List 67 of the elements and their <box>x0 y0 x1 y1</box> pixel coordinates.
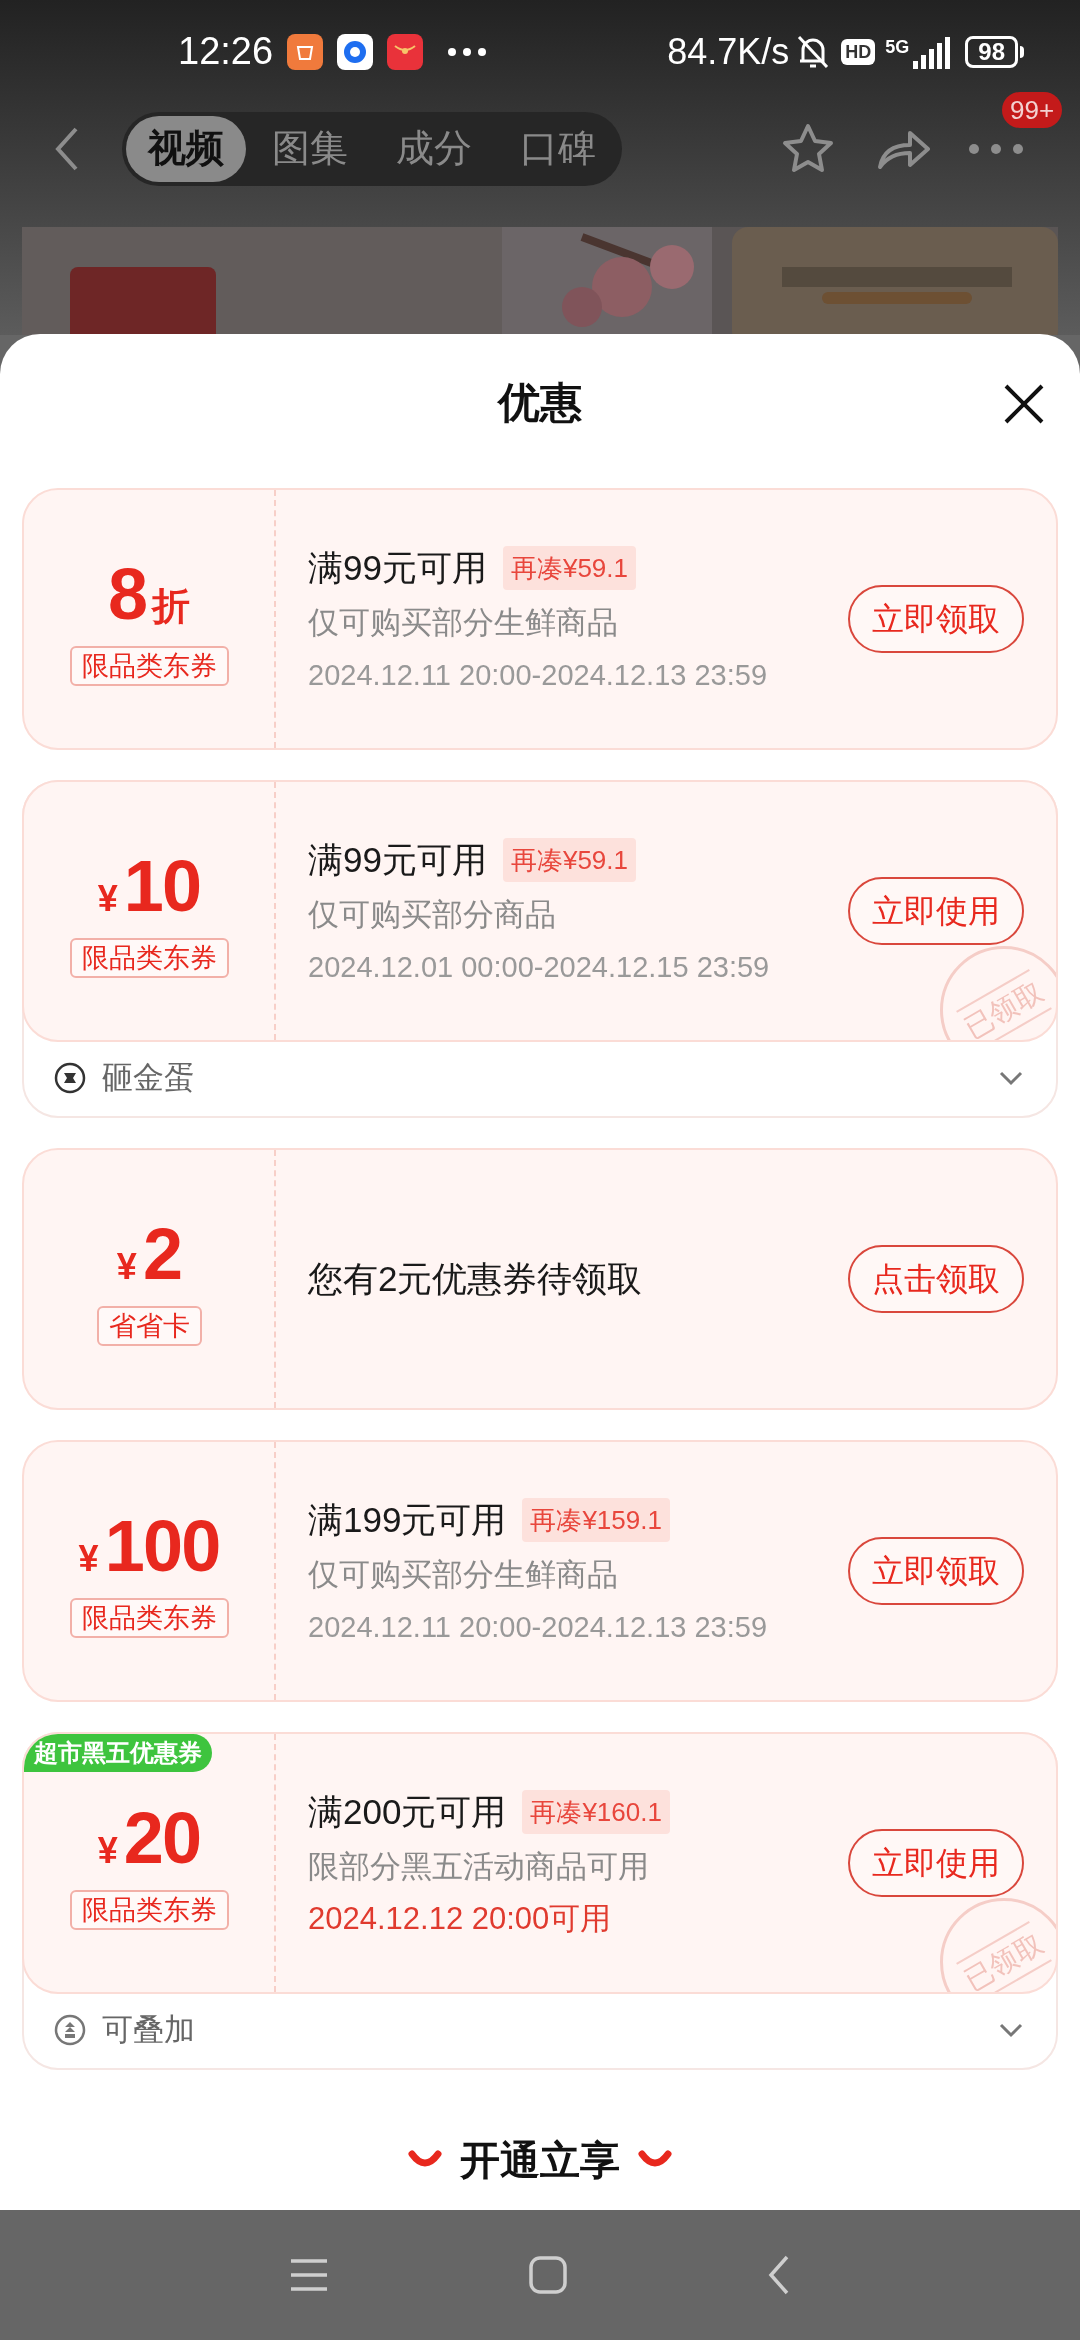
chevron-down-icon[interactable] <box>998 1070 1024 1086</box>
amount-needed-label: 再凑¥159.1 <box>522 1498 670 1542</box>
coupon-tag: 限品类东券 <box>69 646 229 686</box>
claimed-stamp: 已领取 <box>940 946 1056 1040</box>
corner-label: 超市黑五优惠券 <box>24 1734 212 1772</box>
menu-icon[interactable] <box>289 2258 329 2292</box>
chevron-down-icon[interactable] <box>998 2022 1024 2038</box>
home-icon[interactable] <box>529 2256 567 2294</box>
coupon-action-button[interactable]: 立即使用 <box>848 877 1024 945</box>
tab[interactable]: 成分 <box>374 115 494 182</box>
coupon-scope: 限部分黑五活动商品可用 <box>308 1848 650 1886</box>
notification-badge: 99+ <box>1002 91 1063 128</box>
coupon-condition: 满99元可用 <box>308 839 487 881</box>
coupon-tag: 限品类东券 <box>69 1598 229 1638</box>
sheet-title: 优惠 <box>498 377 582 428</box>
coupon-condition: 满99元可用 <box>308 547 487 589</box>
coupon-amount: 100 <box>104 1505 220 1588</box>
extra-label: 砸金蛋 <box>102 1058 195 1097</box>
coupon-action-button[interactable]: 点击领取 <box>848 1245 1024 1313</box>
app-icon <box>337 33 374 70</box>
validity-period: 2024.12.11 20:00-2024.12.13 23:59 <box>308 658 769 693</box>
coupon-amount: 8 <box>107 553 147 636</box>
coupon-tag: 省省卡 <box>96 1306 202 1346</box>
amount-needed-label: 再凑¥59.1 <box>502 838 636 882</box>
extra-label: 可叠加 <box>102 2010 195 2049</box>
coupon-scope: 仅可购买部分生鲜商品 <box>308 604 619 642</box>
coupon-unit: 折 <box>152 584 191 629</box>
coupon-action-button[interactable]: 立即领取 <box>848 585 1024 653</box>
coupon-tag: 限品类东券 <box>69 1890 229 1930</box>
coupon-tag: 限品类东券 <box>69 938 229 978</box>
coupon-action-button[interactable]: 立即使用 <box>848 1829 1024 1897</box>
currency-symbol: ¥ <box>78 1537 99 1581</box>
hammer-egg-icon <box>54 1062 86 1094</box>
clock-time: 12:26 <box>178 29 274 75</box>
tab[interactable]: 图集 <box>250 115 370 182</box>
validity-period: 2024.12.01 00:00-2024.12.15 23:59 <box>308 950 771 985</box>
hd-badge: HD <box>841 38 876 65</box>
more-icon <box>447 46 488 57</box>
currency-symbol: ¥ <box>97 1829 118 1873</box>
tab[interactable]: 视频 <box>126 115 246 182</box>
envelope-icon <box>387 33 424 70</box>
coupon-amount: 2 <box>142 1213 182 1296</box>
coupon-action-button[interactable]: 立即领取 <box>848 1537 1024 1605</box>
tab[interactable]: 口碑 <box>498 115 618 182</box>
close-icon[interactable] <box>1002 382 1046 426</box>
coupon-scope: 仅可购买部分生鲜商品 <box>308 1556 619 1594</box>
claimed-stamp: 已领取 <box>940 1898 1056 1992</box>
more-icon[interactable] <box>968 142 1024 155</box>
stack-icon <box>54 2014 86 2046</box>
amount-needed-label: 再凑¥160.1 <box>522 1790 670 1834</box>
battery-level: 98 <box>965 35 1018 68</box>
amount-needed-label: 再凑¥59.1 <box>502 546 636 590</box>
coupon-amount: 10 <box>123 845 201 928</box>
validity-period: 2024.12.12 20:00可用 <box>308 1900 613 1938</box>
coupon-message: 您有2元优惠券待领取 <box>308 1257 644 1300</box>
currency-symbol: ¥ <box>97 877 118 921</box>
back-icon[interactable] <box>767 2255 791 2295</box>
open-now-button[interactable]: 开通立享 <box>460 2130 620 2190</box>
coupon-amount: 20 <box>123 1797 201 1880</box>
validity-period: 2024.12.11 20:00-2024.12.13 23:59 <box>308 1610 769 1645</box>
coupon-condition: 满199元可用 <box>308 1499 507 1541</box>
network-speed: 84.7K/s <box>667 29 790 74</box>
shopping-bag-icon <box>287 33 324 70</box>
coupon-condition: 满200元可用 <box>308 1791 507 1833</box>
network-type: 5G <box>885 38 910 56</box>
currency-symbol: ¥ <box>116 1245 137 1289</box>
coupon-scope: 仅可购买部分商品 <box>308 896 557 934</box>
